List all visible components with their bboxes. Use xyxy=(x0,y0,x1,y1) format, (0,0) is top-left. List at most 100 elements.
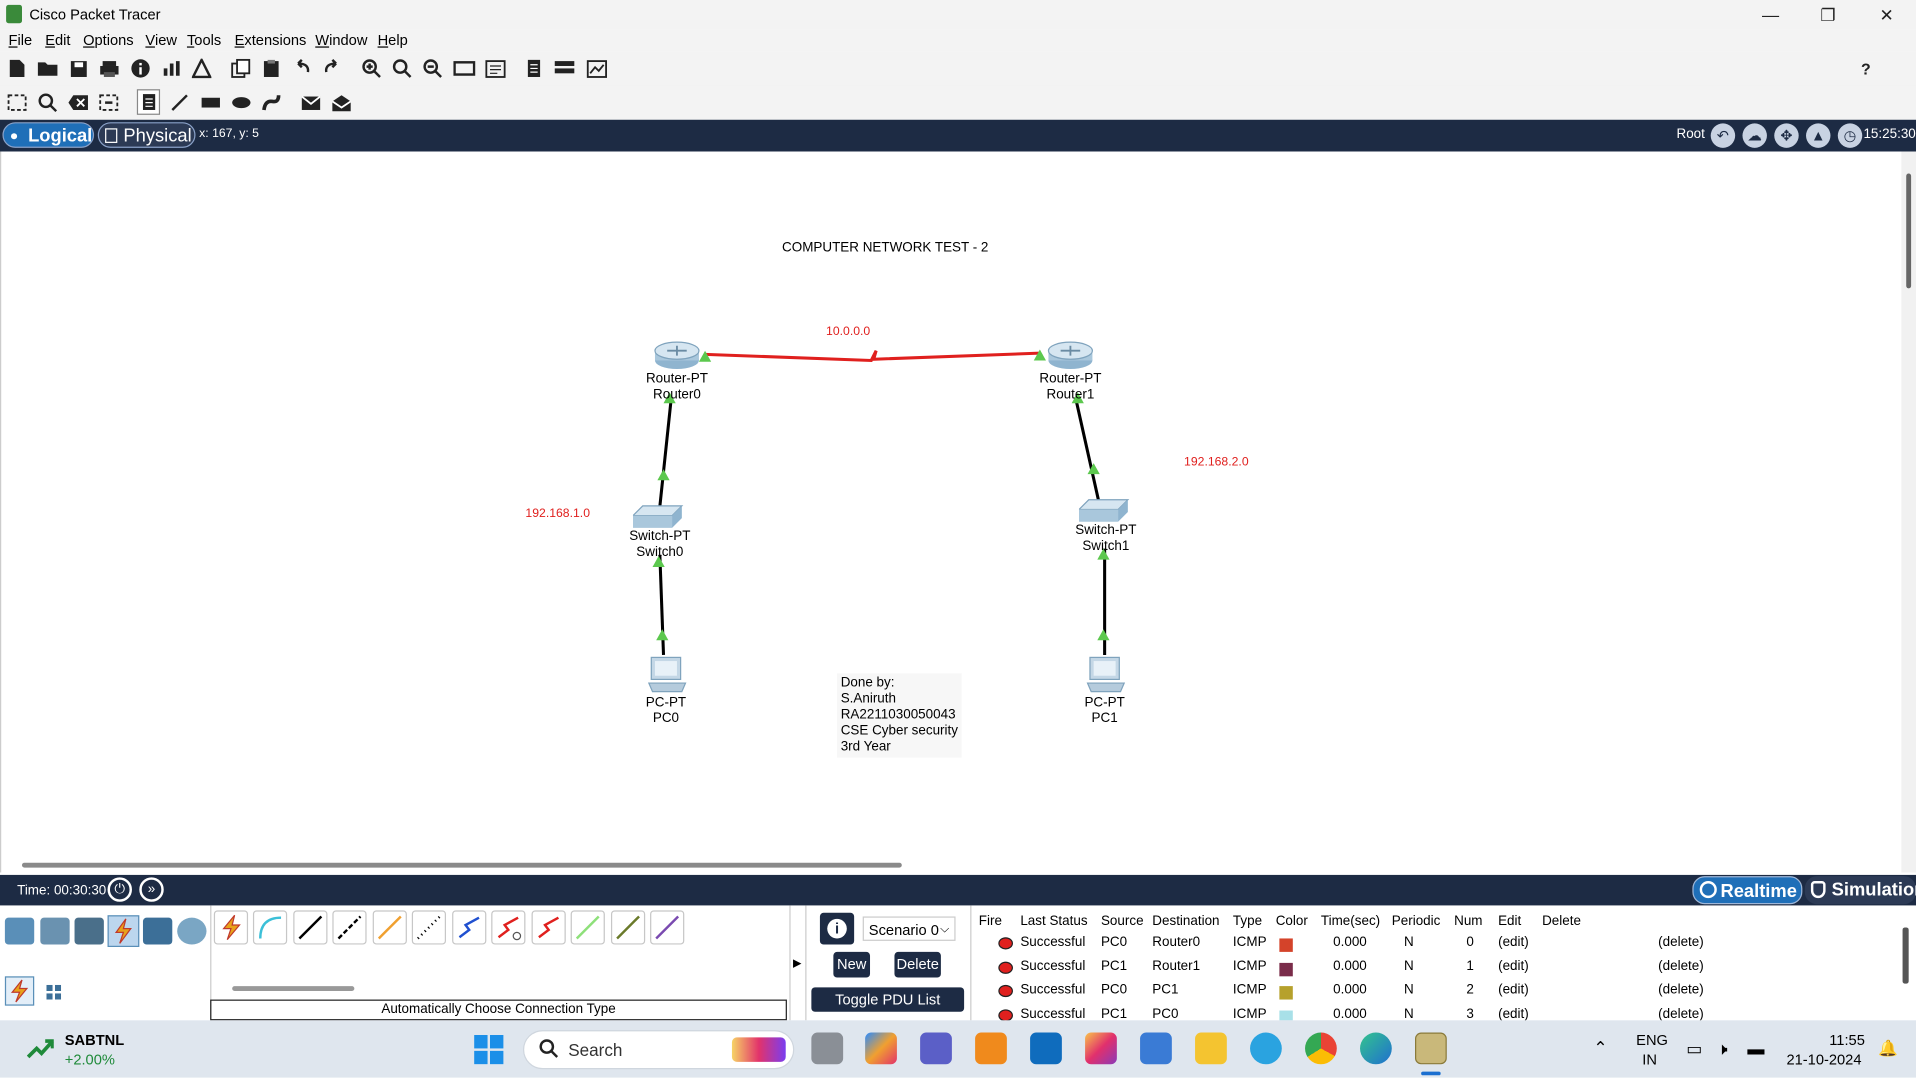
pdu-edit[interactable]: (edit) xyxy=(1498,959,1529,974)
network-info-icon[interactable] xyxy=(160,57,182,79)
author-note[interactable]: Done by: S.Aniruth RA2211030050043 CSE C… xyxy=(837,673,962,758)
windows-start-icon[interactable] xyxy=(474,1034,504,1065)
console-cable-icon[interactable] xyxy=(252,910,288,945)
serial-link-router0-router1[interactable] xyxy=(705,350,1040,363)
router0-device[interactable] xyxy=(653,340,702,372)
fire-pdu-icon[interactable] xyxy=(998,937,1013,950)
draw-ellipse-icon[interactable] xyxy=(230,92,252,114)
switch1-device[interactable] xyxy=(1077,497,1130,524)
connection-scroll-thumb[interactable] xyxy=(232,986,355,991)
teams-icon[interactable] xyxy=(920,1032,952,1065)
miscellaneous-icon[interactable] xyxy=(142,917,173,945)
paste-icon[interactable] xyxy=(260,57,282,79)
components-icon[interactable] xyxy=(74,917,104,945)
toggle-pdu-list-button[interactable]: Toggle PDU List Window xyxy=(811,987,965,1033)
fiber-icon[interactable] xyxy=(372,910,407,945)
select-icon[interactable] xyxy=(6,92,28,114)
volume-muted-icon[interactable]: 🕨 xyxy=(1717,1039,1728,1060)
multiuser-icon[interactable] xyxy=(177,917,207,945)
pc0-device[interactable] xyxy=(646,656,688,695)
serial-dte-icon[interactable] xyxy=(531,910,566,945)
pdu-edit[interactable]: (edit) xyxy=(1498,935,1529,950)
custom-devices-icon[interactable] xyxy=(484,57,506,79)
octal-cable-icon[interactable] xyxy=(570,910,605,945)
copy-icon[interactable] xyxy=(230,57,252,79)
phone-cable-icon[interactable] xyxy=(411,910,447,945)
power-cycle-icon[interactable]: ⏻ xyxy=(107,877,132,902)
menu-extensions[interactable]: Extensions xyxy=(235,32,307,49)
cloud-icon[interactable]: ☁ xyxy=(1742,123,1767,148)
freeform-icon[interactable] xyxy=(260,92,282,114)
menu-view[interactable]: View xyxy=(145,32,177,49)
back-arrow-icon[interactable]: ↶ xyxy=(1710,123,1736,148)
undo-icon[interactable] xyxy=(291,57,313,79)
delete-icon[interactable] xyxy=(67,92,89,114)
network-label-lan1[interactable]: 192.168.2.0 xyxy=(1184,456,1249,469)
telegram-icon[interactable] xyxy=(1250,1032,1282,1065)
simulation-mode-button[interactable]: Simulation xyxy=(1804,876,1916,905)
copper-straight-icon[interactable] xyxy=(293,910,328,945)
pc1-device[interactable] xyxy=(1085,656,1127,695)
open-folder-icon[interactable] xyxy=(37,57,59,79)
link-router0-switch0[interactable] xyxy=(657,401,673,519)
fire-pdu-icon[interactable] xyxy=(998,984,1013,998)
end-devices-icon[interactable] xyxy=(40,917,70,945)
new-scenario-button[interactable]: New xyxy=(833,951,871,978)
file-explorer-icon[interactable] xyxy=(1195,1032,1227,1065)
inspect-icon[interactable] xyxy=(37,92,59,114)
draw-rectangle-icon[interactable] xyxy=(199,92,221,114)
network-label-wan[interactable]: 10.0.0.0 xyxy=(826,325,870,338)
panel-splitter[interactable]: ▶ xyxy=(789,905,807,1021)
auto-connection-icon[interactable] xyxy=(4,976,35,1006)
copilot-icon[interactable] xyxy=(865,1032,897,1065)
network-devices-icon[interactable] xyxy=(4,917,35,945)
tab-physical[interactable]: Physical xyxy=(97,122,196,148)
iot-custom-cable-icon[interactable] xyxy=(610,910,646,945)
draw-line-icon[interactable] xyxy=(169,92,191,114)
fire-pdu-icon[interactable] xyxy=(998,1008,1013,1021)
add-complex-pdu-icon[interactable] xyxy=(330,92,352,114)
connections-icon[interactable] xyxy=(107,915,140,948)
network-icon[interactable]: ▭ xyxy=(1686,1039,1702,1060)
edge-icon[interactable] xyxy=(1360,1032,1392,1065)
add-simple-pdu-icon[interactable] xyxy=(299,92,321,114)
pdu-delete[interactable]: (delete) xyxy=(1658,1006,1704,1020)
outlook-icon[interactable] xyxy=(1030,1032,1062,1065)
switch0-device[interactable] xyxy=(631,503,684,530)
info-icon[interactable] xyxy=(130,57,152,79)
instagram-icon[interactable] xyxy=(1085,1032,1117,1065)
activity-wizard-icon[interactable] xyxy=(191,57,213,79)
logical-workspace[interactable]: COMPUTER NETWORK TEST - 2 10.0.0.0 192.1… xyxy=(0,151,1903,873)
grid-view-icon[interactable] xyxy=(46,984,62,1000)
clock-icon[interactable]: ◷ xyxy=(1837,123,1863,148)
help-button[interactable]: ? xyxy=(1855,57,1877,79)
redo-icon[interactable] xyxy=(321,57,343,79)
fire-pdu-icon[interactable] xyxy=(998,961,1013,974)
device-template-icon[interactable] xyxy=(554,57,576,79)
maximize-button[interactable]: ❐ xyxy=(1800,2,1856,26)
notification-bell-icon[interactable]: 🔔 xyxy=(1878,1039,1898,1059)
expand-arrow-icon[interactable]: ▶ xyxy=(793,957,801,970)
viewport-icon[interactable] xyxy=(585,57,607,79)
serial-dce-icon[interactable] xyxy=(491,910,526,945)
link-router1-switch1[interactable] xyxy=(1075,401,1102,507)
notes-icon[interactable] xyxy=(523,57,545,79)
new-file-icon[interactable] xyxy=(6,57,28,79)
save-icon[interactable] xyxy=(67,57,89,79)
zoom-reset-icon[interactable] xyxy=(391,57,413,79)
zoom-out-icon[interactable] xyxy=(422,57,444,79)
menu-tools[interactable]: Tools xyxy=(187,32,221,49)
menu-edit[interactable]: Edit xyxy=(45,32,70,49)
stock-name[interactable]: SABTNL xyxy=(65,1031,124,1048)
packet-tracer-taskbar-icon[interactable] xyxy=(1415,1032,1447,1065)
fast-forward-icon[interactable]: » xyxy=(139,877,164,902)
coaxial-icon[interactable] xyxy=(452,910,487,945)
pdu-scroll-thumb[interactable] xyxy=(1902,927,1909,984)
copper-cross-icon[interactable] xyxy=(332,910,367,945)
sublime-text-icon[interactable] xyxy=(975,1032,1007,1065)
auto-connect-icon[interactable] xyxy=(213,910,249,945)
canvas-title-note[interactable]: COMPUTER NETWORK TEST - 2 xyxy=(782,241,988,256)
taskbar-clock[interactable]: 11:55 xyxy=(1829,1031,1865,1048)
microsoft-store-icon[interactable] xyxy=(1140,1032,1172,1065)
language-code[interactable]: ENG xyxy=(1636,1031,1668,1048)
